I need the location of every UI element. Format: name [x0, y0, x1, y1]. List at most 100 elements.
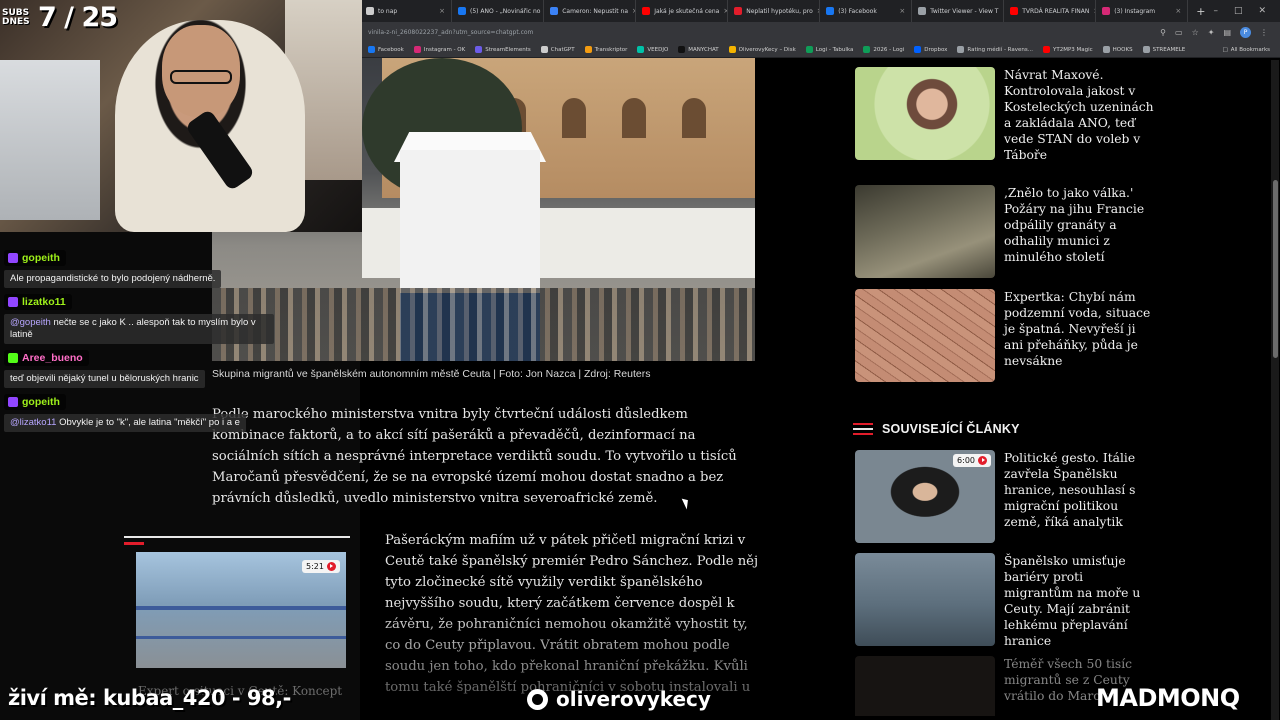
bookmark-label: Instagram - OK — [423, 46, 466, 53]
bookmark-favicon-icon — [368, 46, 375, 53]
chat-username: gopeith — [4, 250, 66, 266]
menu-icon[interactable]: ⋮ — [1260, 28, 1268, 37]
tab-favicon-icon — [734, 7, 743, 15]
bookmark-item[interactable]: ChatGPT — [540, 46, 575, 53]
article-thumbnail[interactable] — [855, 289, 995, 382]
video-duration-badge: 6:00 — [953, 454, 991, 467]
close-icon[interactable]: ✕ — [1258, 6, 1266, 16]
browser-tab[interactable]: Jaká je skutečná cena× — [636, 0, 729, 22]
related-heading-label: SOUVISEJÍCÍ ČLÁNKY — [882, 422, 1020, 436]
chat-username: gopeith — [4, 394, 66, 410]
chat-message: Aree_bueno teď objevili nějaký tunel u bě… — [4, 350, 274, 388]
handle-label: oliverovykecy — [556, 687, 711, 711]
bookmark-favicon-icon — [1142, 46, 1150, 53]
tab-close-icon[interactable]: × — [1175, 7, 1181, 15]
tab-close-icon[interactable]: × — [899, 7, 905, 15]
bookmark-item[interactable]: Dropbox — [914, 46, 947, 53]
url-field[interactable]: vinila-z-ni_2608022237_adn?utm_source=ch… — [368, 29, 1058, 36]
tab-favicon-icon — [642, 7, 651, 15]
address-bar: vinila-z-ni_2608022237_adn?utm_source=ch… — [360, 22, 1280, 42]
bookmark-item[interactable]: HOOKS — [1102, 46, 1133, 53]
article-title[interactable]: Návrat Maxové. Kontrolovala jakost v Kos… — [1004, 67, 1154, 163]
bookmark-favicon-icon — [805, 46, 813, 53]
instagram-handle: oliverovykecy — [527, 687, 711, 711]
maximize-icon[interactable]: □ — [1234, 6, 1243, 16]
article-title[interactable]: Španělsko umisťuje bariéry proti migrant… — [1004, 553, 1154, 649]
bookmark-label: OliverovyKecy – Disk — [738, 46, 796, 53]
browser-tab[interactable]: Neplatil hypotéku, pro× — [728, 0, 821, 22]
sidebar-icon[interactable]: ▤ — [1223, 28, 1231, 37]
bookmark-favicon-icon — [1042, 46, 1050, 53]
bookmark-favicon-icon — [914, 46, 922, 53]
browser-tab[interactable]: (3) Instagram × — [1096, 0, 1189, 22]
chat-username: Aree_bueno — [4, 350, 89, 366]
article-thumbnail[interactable] — [855, 553, 995, 646]
all-bookmarks-button[interactable]: □ All Bookmarks — [1223, 47, 1280, 53]
bookmark-item[interactable]: STREAMELE — [1142, 46, 1185, 53]
browser-tab[interactable]: TVRDÁ REALITA FINAN× — [1004, 0, 1097, 22]
page-scrollbar[interactable] — [1271, 60, 1279, 720]
bookmark-label: Facebook — [378, 46, 404, 53]
article-thumbnail[interactable] — [855, 67, 995, 160]
chat-text: Ale propagandistické to bylo podojený ná… — [4, 270, 222, 288]
chat-text: @gopeith nečte se c jako K .. alespoň ta… — [4, 314, 274, 344]
new-tab-button[interactable]: + — [1188, 5, 1213, 18]
bookmark-item[interactable]: Instagram - OK — [413, 46, 466, 53]
browser-tab-bar: to nap×(5) ANO - „Novinářic no×Cameron: … — [360, 0, 1280, 22]
tab-label: Cameron: Nepustit na — [562, 7, 629, 15]
minimize-icon[interactable]: – — [1213, 6, 1218, 16]
bookmark-item[interactable]: 2026 - Logi — [863, 46, 904, 53]
chat-message: gopeith Ale propagandistické to bylo podo… — [4, 250, 274, 288]
bookmark-label: MANYCHAT — [688, 46, 719, 53]
bookmark-favicon-icon — [540, 46, 548, 53]
article-title[interactable]: ‚Znělo to jako válka.' Požáry na jihu Fr… — [1004, 185, 1154, 265]
browser-tab[interactable]: (5) ANO - „Novinářic no× — [452, 0, 545, 22]
browser-tab[interactable]: Twitter Viewer - View T× — [912, 0, 1005, 22]
bookmark-item[interactable]: OliverovyKecy – Disk — [728, 46, 796, 53]
star-icon[interactable]: ☆ — [1192, 28, 1199, 37]
section-lines-icon — [853, 423, 873, 435]
extensions-icon[interactable]: ✦ — [1208, 28, 1215, 37]
scrollbar-thumb[interactable] — [1272, 180, 1278, 358]
bookmark-item[interactable]: Transkriptor — [584, 46, 628, 53]
chat-text: @lizatko11 Obvykle je to "k", ale latina… — [4, 414, 246, 432]
chat-username: lizatko11 — [4, 294, 72, 310]
cast-icon[interactable]: ▭ — [1175, 28, 1183, 37]
chat-text-content: Ale propagandistické to bylo podojený ná… — [10, 273, 216, 284]
article-thumbnail[interactable] — [855, 185, 995, 278]
article-title[interactable]: Expertka: Chybí nám podzemní voda, situa… — [1004, 289, 1154, 369]
subs-count: 7 / 25 — [38, 2, 118, 33]
bookmark-item[interactable]: VEEDJO — [637, 46, 668, 53]
profile-avatar[interactable]: P — [1240, 26, 1251, 38]
tab-label: (3) Instagram — [1114, 7, 1156, 15]
article-thumbnail[interactable]: 6:00 — [855, 450, 995, 543]
supporter-ticker: živí mě: kubaa_420 - 98,- — [8, 686, 291, 710]
browser-tab[interactable]: (3) Facebook × — [820, 0, 913, 22]
browser-tab[interactable]: Cameron: Nepustit na× — [544, 0, 637, 22]
bookmark-item[interactable]: YT2MP3 Magic — [1042, 46, 1093, 53]
video-duration: 5:21 — [306, 562, 324, 571]
bookmark-item[interactable]: Facebook — [368, 46, 404, 53]
window-controls: – □ ✕ — [1213, 6, 1280, 16]
chat-username-label: gopeith — [22, 252, 60, 264]
bookmark-item[interactable]: StreamElements — [475, 46, 531, 53]
bookmark-item[interactable]: Rating médií - Ravens... — [957, 46, 1033, 53]
platform-badge-icon — [8, 397, 18, 407]
bookmark-label: Transkriptor — [594, 46, 628, 53]
tab-label: (5) ANO - „Novinářic no — [470, 7, 541, 15]
chat-username-label: gopeith — [22, 396, 60, 408]
chat-message: gopeith @lizatko11 Obvykle je to "k", ale… — [4, 394, 274, 432]
address-bar-icons: ⚲ ▭ ☆ ✦ ▤ P ⋮ — [1160, 26, 1280, 38]
chat-text: teď objevili nějaký tunel u běloruských … — [4, 370, 205, 388]
bookmark-item[interactable]: Logi - Tabulka — [805, 46, 853, 53]
article-thumbnail[interactable] — [855, 656, 995, 716]
platform-badge-icon — [8, 297, 18, 307]
tab-favicon-icon — [826, 7, 835, 15]
bookmark-label: 2026 - Logi — [873, 46, 905, 53]
subs-label: SUBS DNES — [2, 7, 30, 27]
tab-close-icon[interactable]: × — [439, 7, 445, 15]
article-title[interactable]: Politické gesto. Itálie zavřela Španělsk… — [1004, 450, 1154, 530]
zoom-icon[interactable]: ⚲ — [1160, 28, 1166, 37]
browser-tab[interactable]: to nap × — [360, 0, 452, 22]
bookmark-item[interactable]: MANYCHAT — [678, 46, 719, 53]
